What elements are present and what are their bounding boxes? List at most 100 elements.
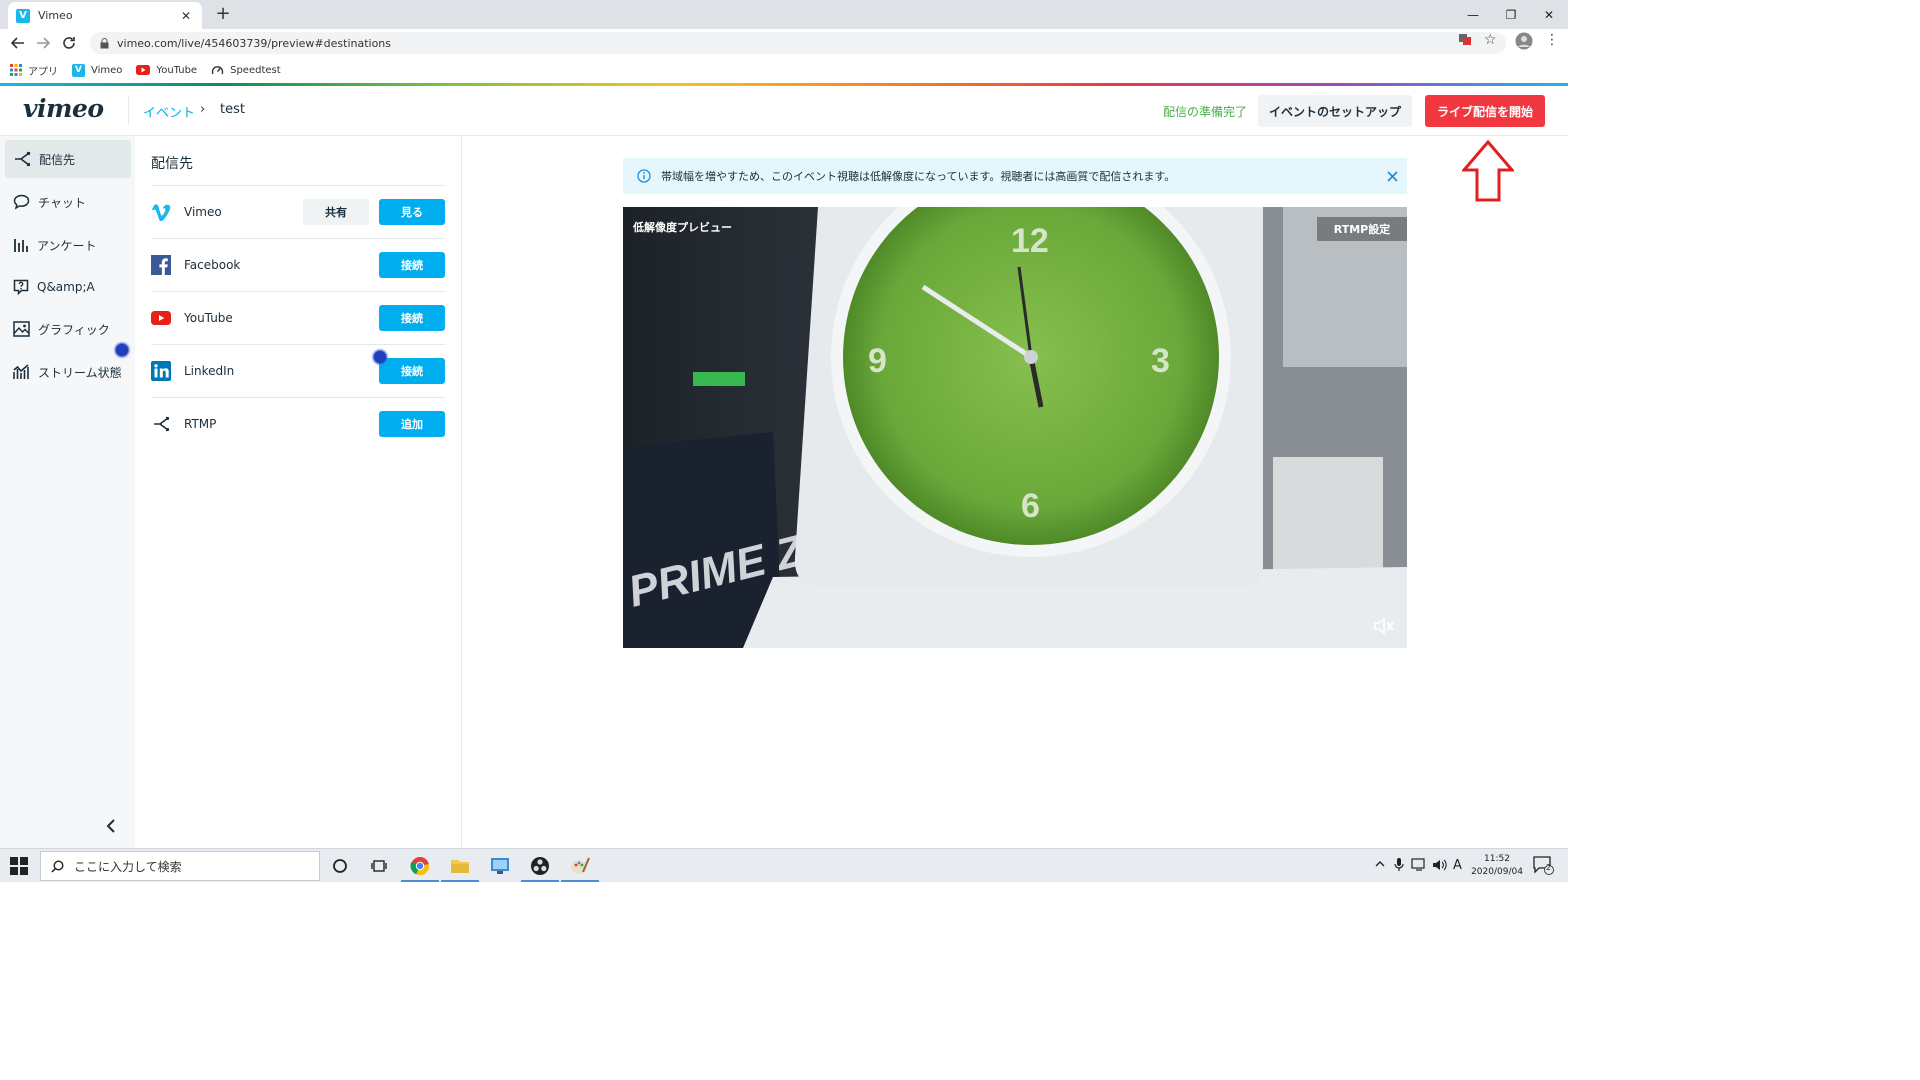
sidebar-item-graphics[interactable]: グラフィック: [5, 310, 131, 348]
event-setup-button[interactable]: イベントのセットアップ: [1258, 95, 1412, 127]
mute-icon[interactable]: [1373, 616, 1395, 636]
info-icon: [637, 169, 651, 183]
notice-text: 帯域幅を増やすため、このイベント視聴は低解像度になっています。視聴者には高画質で…: [661, 170, 1176, 183]
sidebar-item-poll[interactable]: アンケート: [5, 226, 131, 264]
notification-count: 2: [1546, 863, 1552, 872]
new-tab-icon[interactable]: +: [212, 3, 234, 24]
lock-icon: [100, 37, 109, 49]
windows-start-icon[interactable]: [10, 857, 28, 875]
microphone-icon[interactable]: [1394, 858, 1404, 872]
profile-avatar[interactable]: [1515, 32, 1533, 50]
volume-icon[interactable]: [1432, 858, 1448, 872]
bookmark-label: Vimeo: [91, 64, 123, 76]
connect-linkedin-button[interactable]: 接続: [379, 358, 445, 384]
vimeo-logo-icon: [151, 202, 171, 222]
network-icon[interactable]: [1411, 858, 1427, 872]
obs-studio-icon[interactable]: [528, 854, 552, 878]
taskbar-search-box[interactable]: ここに入力して検索: [40, 851, 320, 881]
vimeo-logo[interactable]: vimeo: [23, 94, 104, 123]
cursor-indicator: [371, 348, 389, 366]
destination-name: LinkedIn: [184, 364, 235, 378]
browser-tab[interactable]: V Vimeo ✕: [8, 2, 202, 29]
tab-close-icon[interactable]: ✕: [178, 9, 194, 23]
bookmark-apps[interactable]: アプリ: [10, 63, 58, 78]
address-bar[interactable]: vimeo.com/live/454603739/preview#destina…: [90, 32, 1506, 54]
destination-name: RTMP: [184, 417, 217, 431]
chat-icon: [13, 194, 30, 210]
breadcrumb-separator: ›: [200, 102, 206, 117]
browser-tabstrip: V Vimeo ✕ + — ❐ ✕: [0, 0, 1568, 29]
collapse-sidebar-icon[interactable]: [103, 816, 119, 836]
bookmark-youtube[interactable]: YouTube: [136, 65, 197, 76]
control-panel-icon[interactable]: [488, 854, 512, 878]
share-button[interactable]: 共有: [303, 199, 369, 225]
bookmark-speedtest[interactable]: Speedtest: [211, 64, 281, 77]
linkedin-icon: [151, 361, 171, 381]
bookmark-label: Speedtest: [230, 64, 281, 76]
paint-icon[interactable]: [568, 854, 592, 878]
sidebar-item-chat[interactable]: チャット: [5, 183, 131, 221]
connect-facebook-button[interactable]: 接続: [379, 252, 445, 278]
translate-icon[interactable]: [1458, 32, 1472, 46]
tab-title: Vimeo: [38, 9, 73, 22]
breadcrumb-events-link[interactable]: イベント: [143, 102, 195, 121]
menu-dots-icon[interactable]: ⋮: [1545, 32, 1559, 48]
window-close-icon[interactable]: ✕: [1526, 0, 1572, 29]
active-app-indicator: [401, 880, 439, 882]
clock-date: 2020/09/04: [1471, 867, 1523, 877]
rtmp-settings-button[interactable]: RTMP設定: [1317, 217, 1407, 241]
svg-text:12: 12: [1011, 222, 1049, 260]
clock-time: 11:52: [1484, 854, 1510, 864]
add-rtmp-button[interactable]: 追加: [379, 411, 445, 437]
ime-indicator[interactable]: A: [1453, 858, 1462, 873]
sidebar-item-stream-health[interactable]: ストリーム状態: [5, 353, 131, 391]
stream-health-icon: [13, 364, 30, 380]
active-app-indicator: [521, 880, 559, 882]
cursor-indicator: [113, 341, 131, 359]
sidebar-item-destinations[interactable]: 配信先: [5, 140, 131, 178]
destination-row-youtube: YouTube 接続: [151, 291, 445, 344]
youtube-icon: [136, 65, 151, 75]
bookmark-vimeo[interactable]: V Vimeo: [72, 63, 123, 77]
forward-icon[interactable]: [33, 33, 53, 53]
live-preview-video[interactable]: PRIME Z390-A 12 9 3 6 低解像度プレビュー RTMP設定: [623, 207, 1407, 648]
close-notice-icon[interactable]: [1377, 161, 1407, 191]
cortana-icon[interactable]: [328, 854, 352, 878]
chrome-taskbar-icon[interactable]: [408, 854, 432, 878]
speedtest-icon: [211, 64, 224, 77]
bookmark-star-icon[interactable]: ☆: [1484, 32, 1497, 48]
tray-expand-icon[interactable]: [1374, 858, 1386, 870]
reload-icon[interactable]: [59, 33, 79, 53]
destination-name: Vimeo: [184, 205, 222, 219]
apps-grid-icon: [10, 64, 22, 76]
header-divider: [128, 96, 129, 124]
annotation-up-arrow-icon: [1462, 140, 1514, 202]
rtmp-icon: [151, 414, 171, 434]
svg-text:9: 9: [868, 342, 887, 380]
file-explorer-icon[interactable]: [448, 854, 472, 878]
vimeo-icon: V: [72, 63, 85, 77]
sidebar-item-label: チャット: [38, 195, 86, 210]
sidebar-item-label: 配信先: [39, 152, 76, 167]
active-app-indicator: [561, 880, 599, 882]
destination-row-vimeo: Vimeo 共有 見る: [151, 185, 445, 238]
destinations-icon: [13, 151, 31, 167]
connect-youtube-button[interactable]: 接続: [379, 305, 445, 331]
low-res-notice: 帯域幅を増やすため、このイベント視聴は低解像度になっています。視聴者には高画質で…: [623, 158, 1407, 194]
breadcrumb-current: test: [220, 102, 245, 117]
notification-center-icon[interactable]: 2: [1532, 855, 1554, 875]
poll-icon: [13, 237, 29, 253]
taskbar-clock[interactable]: 11:52 2020/09/04: [1470, 853, 1524, 879]
sidebar-item-qa[interactable]: Q&amp;A: [5, 268, 131, 306]
sidebar-item-label: グラフィック: [38, 322, 110, 337]
back-icon[interactable]: [8, 33, 28, 53]
bookmark-label: アプリ: [28, 66, 58, 78]
preview-label: 低解像度プレビュー: [633, 221, 732, 234]
bookmark-label: YouTube: [156, 64, 198, 76]
destination-row-facebook: Facebook 接続: [151, 238, 445, 291]
view-button[interactable]: 見る: [379, 199, 445, 225]
sidebar-item-label: アンケート: [37, 238, 97, 253]
go-live-button[interactable]: ライブ配信を開始: [1425, 95, 1545, 127]
svg-text:6: 6: [1021, 487, 1040, 525]
task-view-icon[interactable]: [367, 854, 391, 878]
